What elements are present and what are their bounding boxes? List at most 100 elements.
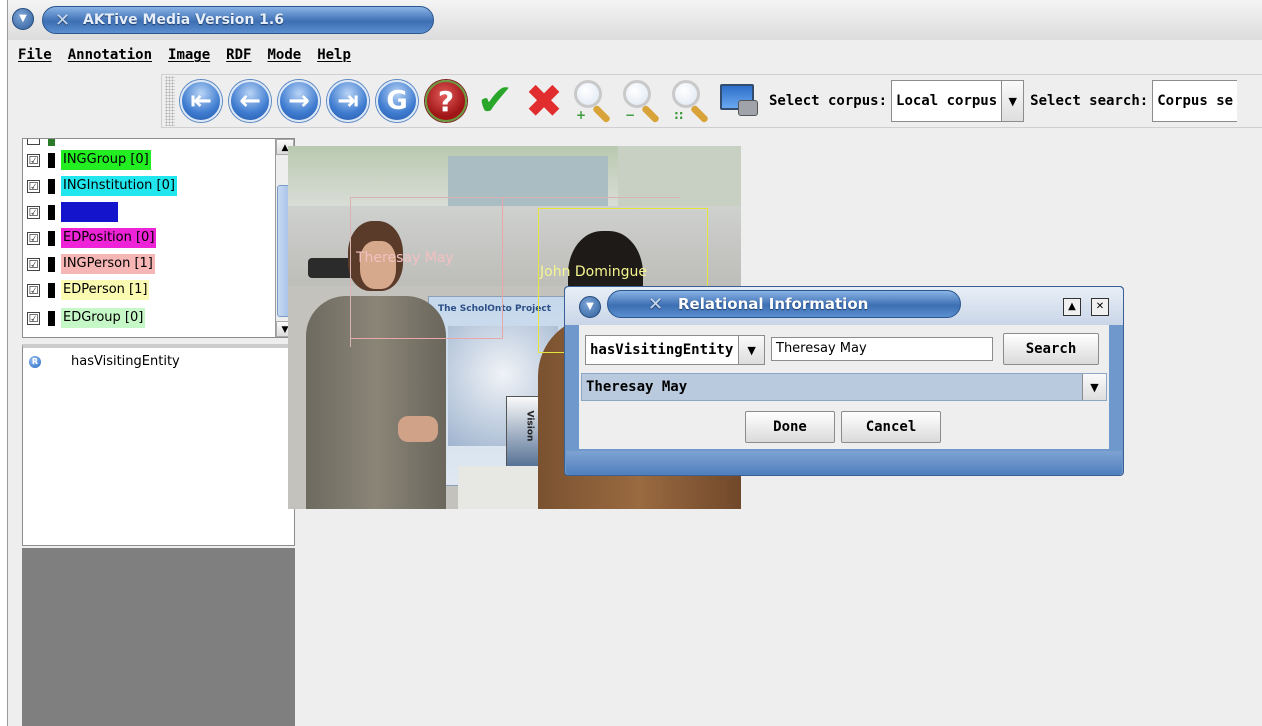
layer-item-ingperson[interactable]: ☑ INGPerson [1] bbox=[27, 253, 155, 275]
first-button[interactable]: ⇤ bbox=[178, 77, 224, 125]
reject-button[interactable]: ✖ bbox=[521, 77, 567, 125]
zoom-in-icon: + bbox=[572, 80, 614, 124]
reject-cross-icon: ✖ bbox=[524, 74, 564, 128]
x-logo-icon: ✕ bbox=[55, 10, 71, 31]
zoom-fit-button[interactable]: :: bbox=[668, 77, 714, 125]
refresh-button[interactable]: G bbox=[374, 77, 420, 125]
toolbar: ⇤ ← → ⇥ G ? ✔ ✖ + − :: Select corpus: Lo… bbox=[161, 74, 1262, 128]
toolbar-grip[interactable] bbox=[165, 76, 175, 126]
done-button[interactable]: Done bbox=[745, 411, 835, 443]
layer-color-swatch bbox=[48, 256, 55, 272]
relational-information-dialog: ▼ ✕ Relational Information ▲ ✕ hasVisiti… bbox=[564, 286, 1124, 476]
back-icon: ← bbox=[229, 80, 271, 122]
menu-annotation[interactable]: Annotation bbox=[68, 47, 152, 63]
layer-item-edgroup[interactable]: ☑ EDGroup [0] bbox=[27, 307, 146, 329]
first-icon: ⇤ bbox=[180, 80, 222, 122]
region-label-john-domingue: John Domingue bbox=[540, 264, 648, 280]
zoom-out-button[interactable]: − bbox=[619, 77, 665, 125]
screenshot-icon bbox=[720, 82, 760, 120]
result-select-value: Theresay May bbox=[586, 379, 688, 395]
dialog-menu-button[interactable]: ▼ bbox=[579, 296, 601, 318]
layer-checkbox[interactable]: ☑ bbox=[27, 311, 40, 325]
layer-label: INGGroup [0] bbox=[61, 150, 151, 170]
corpus-select-value: Local corpus bbox=[896, 93, 998, 109]
sign-text: Vision bbox=[524, 410, 535, 442]
select-corpus-label: Select corpus: bbox=[769, 93, 888, 109]
window-title-pill[interactable]: ✕ AKTive Media Version 1.6 bbox=[42, 6, 434, 34]
accept-button[interactable]: ✔ bbox=[472, 77, 518, 125]
relation-select[interactable]: hasVisitingEntity ▼ bbox=[585, 335, 765, 365]
layer-color-swatch bbox=[48, 204, 55, 220]
layer-item-inginstitution[interactable]: ☑ INGInstitution [0] bbox=[27, 175, 177, 197]
select-search-label: Select search: bbox=[1030, 93, 1149, 109]
window-title: AKTive Media Version 1.6 bbox=[83, 12, 284, 28]
help-button[interactable]: ? bbox=[423, 77, 469, 125]
maximize-icon[interactable]: ▲ bbox=[1063, 298, 1081, 316]
layer-color-swatch bbox=[48, 310, 55, 326]
layer-item-edperson[interactable]: ☑ EDPerson [1] bbox=[27, 279, 150, 301]
layer-color-swatch bbox=[48, 152, 55, 168]
title-bar: ▼ ✕ AKTive Media Version 1.6 bbox=[8, 0, 1262, 40]
chevron-down-icon[interactable]: ▼ bbox=[738, 336, 764, 364]
chevron-down-icon[interactable]: ▼ bbox=[1001, 81, 1024, 121]
annotation-layer-list: ☑ INGGroup [0] ☑ INGInstitution [0] ☑ Oi… bbox=[22, 138, 295, 338]
layer-label: EDPosition [0] bbox=[61, 228, 157, 248]
chevron-down-icon[interactable]: ▼ bbox=[1082, 374, 1106, 400]
refresh-icon: G bbox=[376, 80, 418, 122]
menu-mode[interactable]: Mode bbox=[267, 47, 301, 63]
relation-item[interactable]: R hasVisitingEntity bbox=[29, 354, 180, 369]
relations-panel: R hasVisitingEntity bbox=[22, 344, 295, 546]
layer-checkbox[interactable]: ☑ bbox=[27, 153, 40, 167]
search-select[interactable]: Corpus se bbox=[1152, 80, 1238, 122]
menu-bar: File Annotation Image RDF Mode Help bbox=[8, 40, 1262, 70]
layer-checkbox[interactable]: ☑ bbox=[27, 231, 40, 245]
layer-label: INGPerson [1] bbox=[61, 254, 155, 274]
layer-item-partial[interactable] bbox=[27, 139, 173, 149]
cancel-button[interactable]: Cancel bbox=[841, 411, 941, 443]
accept-check-icon: ✔ bbox=[476, 75, 514, 126]
zoom-out-icon: − bbox=[621, 80, 663, 124]
layer-color-swatch bbox=[48, 282, 55, 298]
dialog-title-pill[interactable]: ✕ Relational Information bbox=[607, 290, 961, 318]
last-icon: ⇥ bbox=[327, 80, 369, 122]
screenshot-button[interactable] bbox=[717, 77, 763, 125]
help-icon: ? bbox=[425, 80, 467, 122]
menu-file[interactable]: File bbox=[18, 47, 52, 63]
layer-checkbox[interactable] bbox=[27, 139, 40, 145]
forward-button[interactable]: → bbox=[276, 77, 322, 125]
window-menu-button[interactable]: ▼ bbox=[12, 8, 34, 30]
layer-checkbox[interactable]: ☑ bbox=[27, 179, 40, 193]
layer-label: EDGroup [0] bbox=[61, 308, 146, 328]
forward-icon: → bbox=[278, 80, 320, 122]
layer-label: INGInstitution [0] bbox=[61, 176, 177, 196]
result-select[interactable]: Theresay May ▼ bbox=[581, 373, 1107, 401]
layer-item-oide[interactable]: ☑ Oide [0] bbox=[27, 201, 118, 223]
empty-panel bbox=[22, 548, 295, 726]
zoom-in-button[interactable]: + bbox=[570, 77, 616, 125]
layer-label: EDPerson [1] bbox=[61, 280, 150, 300]
layer-color-swatch bbox=[48, 139, 55, 146]
menu-help[interactable]: Help bbox=[317, 47, 351, 63]
menu-image[interactable]: Image bbox=[168, 47, 210, 63]
relation-label: hasVisitingEntity bbox=[71, 354, 180, 369]
relation-r-icon: R bbox=[29, 355, 41, 368]
zoom-fit-icon: :: bbox=[670, 80, 712, 124]
last-button[interactable]: ⇥ bbox=[325, 77, 371, 125]
dialog-body: hasVisitingEntity ▼ Theresay May Search … bbox=[579, 325, 1109, 449]
layer-item-edposition[interactable]: ☑ EDPosition [0] bbox=[27, 227, 157, 249]
search-button[interactable]: Search bbox=[1003, 333, 1099, 365]
layer-checkbox[interactable]: ☑ bbox=[27, 205, 40, 219]
layer-checkbox[interactable]: ☑ bbox=[27, 257, 40, 271]
menu-rdf[interactable]: RDF bbox=[226, 47, 251, 63]
dialog-footer bbox=[566, 451, 1122, 475]
corpus-select[interactable]: Local corpus ▼ bbox=[891, 80, 1025, 122]
layer-item-inggroup[interactable]: ☑ INGGroup [0] bbox=[27, 149, 151, 171]
search-select-value: Corpus se bbox=[1157, 93, 1234, 109]
back-button[interactable]: ← bbox=[227, 77, 273, 125]
dialog-title-bar[interactable]: ▼ ✕ Relational Information ▲ ✕ bbox=[565, 287, 1123, 325]
entity-search-input[interactable]: Theresay May bbox=[771, 337, 993, 361]
layer-color-swatch bbox=[48, 230, 55, 246]
close-icon[interactable]: ✕ bbox=[1091, 298, 1109, 316]
region-label-theresay-may: Theresay May bbox=[356, 250, 454, 266]
layer-checkbox[interactable]: ☑ bbox=[27, 283, 40, 297]
